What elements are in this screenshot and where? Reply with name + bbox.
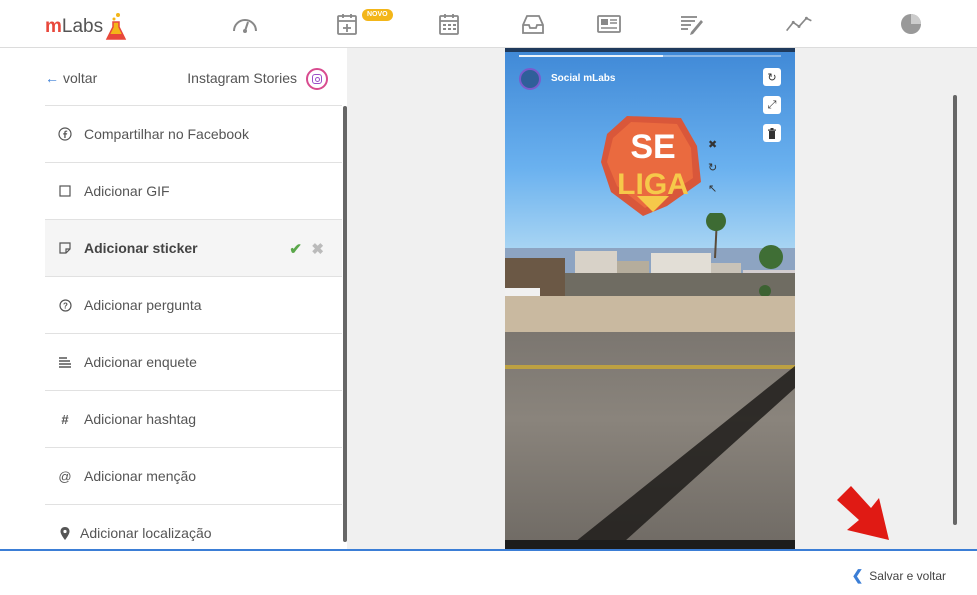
menu-item-add-poll[interactable]: Adicionar enquete: [45, 334, 342, 391]
poll-icon: [58, 356, 72, 368]
edit-list-icon[interactable]: [674, 10, 708, 38]
right-scroll-track: [955, 48, 977, 550]
menu-item-add-sticker[interactable]: Adicionar sticker ✔ ✖: [45, 220, 342, 277]
instagram-icon: [306, 68, 328, 90]
back-link[interactable]: ← voltar: [45, 70, 97, 86]
dashboard-gauge-icon[interactable]: [228, 10, 262, 38]
menu-item-label: Adicionar menção: [84, 468, 197, 484]
pole-shadow: [565, 366, 795, 550]
logo-labs: Labs: [61, 16, 104, 37]
confirm-check-icon[interactable]: ✔: [289, 240, 302, 258]
save-back-label: Salvar e voltar: [869, 568, 946, 583]
newspaper-icon[interactable]: [592, 10, 626, 38]
calendar-add-icon[interactable]: [330, 10, 364, 38]
pie-chart-icon[interactable]: [894, 10, 928, 38]
menu-item-add-hashtag[interactable]: # Adicionar hashtag: [45, 391, 342, 448]
menu-item-add-mention[interactable]: @ Adicionar menção: [45, 448, 342, 505]
menu-item-label: Adicionar sticker: [84, 240, 198, 256]
mention-icon: @: [58, 468, 72, 484]
save-and-back-button[interactable]: ❮ Salvar e voltar: [852, 567, 946, 584]
gif-icon: [58, 185, 72, 197]
arrow-left-icon: ←: [45, 70, 59, 86]
panel-header: ← voltar Instagram Stories: [45, 48, 342, 106]
menu-item-label: Adicionar hashtag: [84, 411, 197, 427]
menu-item-label: Adicionar localização: [80, 525, 212, 541]
logo-m: m: [45, 16, 62, 37]
cancel-x-icon[interactable]: ✖: [311, 240, 324, 258]
svg-text:?: ?: [63, 301, 68, 310]
sticker-icon: [58, 242, 72, 254]
top-navigation: m Labs NOVO: [0, 0, 977, 48]
options-menu: Compartilhar no Facebook Adicionar GIF A…: [45, 106, 342, 550]
red-arrow-pointer: [837, 486, 889, 540]
stories-options-panel: ← voltar Instagram Stories Compartilhar …: [0, 48, 347, 550]
analytics-line-icon[interactable]: [782, 10, 816, 38]
new-badge: NOVO: [362, 9, 393, 21]
chevron-left-icon: ❮: [851, 567, 864, 583]
right-scrollbar[interactable]: [953, 95, 957, 525]
location-pin-icon: [58, 526, 72, 540]
footer-bar: ❮ Salvar e voltar: [0, 549, 977, 595]
menu-item-add-gif[interactable]: Adicionar GIF: [45, 163, 342, 220]
menu-item-share-facebook[interactable]: Compartilhar no Facebook: [45, 106, 342, 163]
panel-title: Instagram Stories: [187, 70, 297, 86]
mlabs-logo[interactable]: m Labs: [45, 6, 127, 42]
menu-item-label: Compartilhar no Facebook: [84, 126, 249, 142]
back-label: voltar: [63, 70, 98, 86]
menu-item-add-location[interactable]: Adicionar localização: [45, 505, 342, 550]
menu-item-add-question[interactable]: ? Adicionar pergunta: [45, 277, 342, 334]
flask-icon: [105, 13, 127, 40]
calendar-icon[interactable]: [432, 10, 466, 38]
menu-item-label: Adicionar enquete: [84, 354, 197, 370]
menu-item-label: Adicionar pergunta: [84, 297, 202, 313]
menu-item-label: Adicionar GIF: [84, 183, 170, 199]
hashtag-icon: #: [61, 411, 69, 427]
question-icon: ?: [58, 298, 72, 312]
story-preview: Social mLabs ↻ ⤢ SE LIGA ✖ ↻ ↖: [505, 48, 795, 550]
inbox-icon[interactable]: [516, 10, 550, 38]
facebook-icon: [58, 127, 72, 141]
